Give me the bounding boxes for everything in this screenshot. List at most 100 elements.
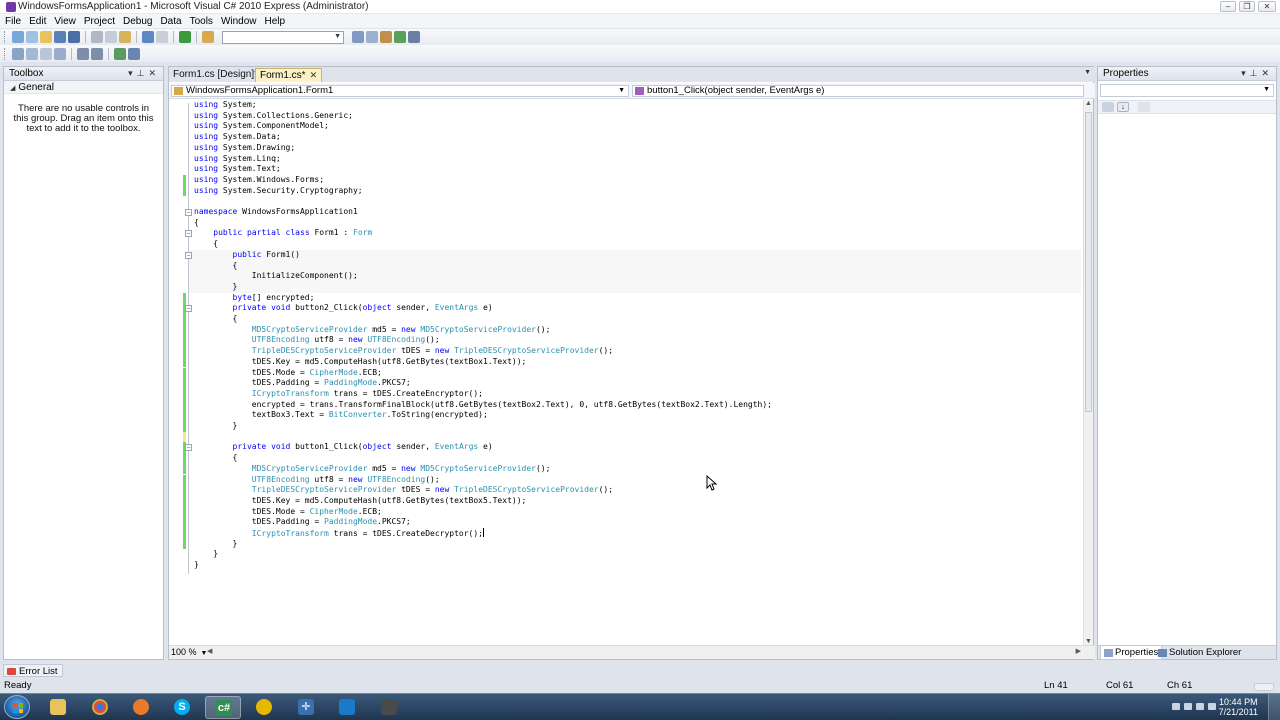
- scroll-up-icon[interactable]: ▲: [1085, 100, 1092, 107]
- code-line[interactable]: using System.Text;: [169, 164, 1083, 175]
- start-page-icon[interactable]: [394, 31, 406, 43]
- tray-arrow-icon[interactable]: [1172, 703, 1180, 710]
- close-button[interactable]: ✕: [1258, 1, 1276, 12]
- code-line[interactable]: {: [169, 453, 1083, 464]
- code-line[interactable]: tDES.Mode = CipherMode.ECB;: [169, 506, 1083, 518]
- code-line[interactable]: }: [169, 421, 1083, 432]
- code-line[interactable]: using System;: [169, 100, 1083, 111]
- tab-properties[interactable]: Properties: [1100, 646, 1163, 660]
- code-line[interactable]: byte[] encrypted;: [169, 292, 1083, 304]
- scroll-down-icon[interactable]: ▼: [1085, 638, 1092, 645]
- tab-solution-explorer[interactable]: Solution Explorer: [1155, 646, 1244, 660]
- restore-button[interactable]: ❐: [1239, 1, 1255, 12]
- extension-manager-icon[interactable]: [408, 31, 420, 43]
- start-debugging-icon[interactable]: [179, 31, 191, 43]
- undo-icon[interactable]: [142, 31, 154, 43]
- save-icon[interactable]: [54, 31, 66, 43]
- cut-icon[interactable]: [91, 31, 103, 43]
- alphabetical-icon[interactable]: ↓: [1117, 102, 1129, 112]
- start-button[interactable]: [4, 695, 30, 719]
- network-icon[interactable]: [1196, 703, 1204, 710]
- outline-collapse-icon[interactable]: −: [185, 305, 192, 313]
- code-line[interactable]: using System.Drawing;: [169, 143, 1083, 154]
- scroll-left-icon[interactable]: ◀: [207, 647, 212, 655]
- code-line[interactable]: MD5CryptoServiceProvider md5 = new MD5Cr…: [169, 324, 1083, 336]
- outline-collapse-icon[interactable]: −: [185, 209, 192, 216]
- taskbar-app-recorder[interactable]: [329, 696, 365, 719]
- menu-data[interactable]: Data: [156, 16, 185, 27]
- close-tab-icon[interactable]: ✕: [310, 70, 318, 80]
- vertical-scrollbar[interactable]: ▲ ▼: [1083, 100, 1093, 645]
- code-line[interactable]: }: [169, 282, 1083, 293]
- quick-info-icon[interactable]: [40, 47, 52, 60]
- code-line[interactable]: UTF8Encoding utf8 = new UTF8Encoding();: [169, 335, 1083, 347]
- code-line[interactable]: }: [169, 560, 1083, 571]
- tab-list-dropdown-icon[interactable]: ▼: [1084, 69, 1091, 76]
- panel-controls[interactable]: ▾⊥✕: [1241, 67, 1273, 80]
- add-item-icon[interactable]: [26, 31, 38, 43]
- code-line[interactable]: using System.ComponentModel;: [169, 121, 1083, 132]
- find-combo[interactable]: ▼: [222, 30, 344, 44]
- resize-grip[interactable]: [1254, 683, 1274, 691]
- code-line[interactable]: {: [169, 261, 1083, 272]
- error-list-tab[interactable]: Error List: [3, 664, 63, 677]
- display-object-members-icon[interactable]: [12, 47, 24, 60]
- menu-file[interactable]: File: [0, 16, 25, 27]
- code-line[interactable]: − private void button2_Click(object send…: [169, 303, 1083, 314]
- taskbar-skype[interactable]: S: [164, 696, 200, 719]
- code-line[interactable]: {: [169, 218, 1083, 229]
- tab-form1-cs[interactable]: Form1.cs* ✕: [255, 68, 323, 82]
- minimize-button[interactable]: –: [1220, 1, 1236, 12]
- decrease-indent-icon[interactable]: [77, 47, 89, 60]
- find-in-files-icon[interactable]: [202, 31, 214, 43]
- outline-collapse-icon[interactable]: −: [185, 444, 192, 452]
- code-line[interactable]: using System.Security.Cryptography;: [169, 185, 1083, 197]
- code-text-area[interactable]: using System; using System.Collections.Ge…: [169, 100, 1083, 645]
- taskbar-explorer[interactable]: [40, 696, 76, 719]
- complete-word-icon[interactable]: [54, 47, 66, 60]
- code-line[interactable]: [169, 431, 1083, 443]
- redo-icon[interactable]: [156, 31, 168, 43]
- code-line[interactable]: tDES.Mode = CipherMode.ECB;: [169, 367, 1083, 379]
- volume-icon[interactable]: [1208, 703, 1216, 710]
- menu-debug[interactable]: Debug: [119, 16, 156, 27]
- uncomment-lines-icon[interactable]: [128, 47, 140, 60]
- tab-form1-design[interactable]: Form1.cs [Design]*: [169, 68, 262, 82]
- panel-controls[interactable]: ▾⊥✕: [128, 67, 160, 80]
- toolbox-group-general[interactable]: ◢ General: [4, 81, 163, 94]
- code-line[interactable]: − private void button1_Click(object send…: [169, 442, 1083, 454]
- code-line[interactable]: ICryptoTransform trans = tDES.CreateDecr…: [169, 528, 1083, 539]
- code-line[interactable]: [169, 196, 1083, 207]
- categorized-icon[interactable]: [1102, 102, 1114, 112]
- solution-explorer-icon[interactable]: [352, 31, 364, 43]
- properties-window-icon[interactable]: [366, 31, 378, 43]
- clock[interactable]: 10:44 PM 7/21/2011: [1219, 697, 1258, 717]
- open-file-icon[interactable]: [40, 31, 52, 43]
- code-line[interactable]: {: [169, 239, 1083, 250]
- save-all-icon[interactable]: [68, 31, 80, 43]
- code-line[interactable]: using System.Linq;: [169, 154, 1083, 165]
- scroll-right-icon[interactable]: ▶: [1076, 647, 1081, 655]
- code-line[interactable]: textBox3.Text = BitConverter.ToString(en…: [169, 410, 1083, 421]
- zoom-dropdown[interactable]: 100 % ▼: [171, 647, 207, 659]
- new-project-icon[interactable]: [12, 31, 24, 43]
- code-line[interactable]: using System.Collections.Generic;: [169, 111, 1083, 122]
- outline-collapse-icon[interactable]: −: [185, 230, 192, 238]
- property-pages-icon[interactable]: [1138, 102, 1150, 112]
- code-line[interactable]: − public Form1(): [169, 250, 1083, 261]
- code-line[interactable]: ICryptoTransform trans = tDES.CreateEncr…: [169, 388, 1083, 400]
- type-dropdown[interactable]: WindowsFormsApplication1.Form1 ▼: [171, 85, 629, 97]
- scroll-thumb[interactable]: [1085, 112, 1092, 412]
- code-line[interactable]: using System.Data;: [169, 132, 1083, 143]
- collapse-triangle-icon[interactable]: ◢: [10, 85, 15, 92]
- toolbar-grip[interactable]: [4, 47, 7, 60]
- code-line[interactable]: using System.Windows.Forms;: [169, 174, 1083, 186]
- paste-icon[interactable]: [119, 31, 131, 43]
- code-line[interactable]: encrypted = trans.TransformFinalBlock(ut…: [169, 399, 1083, 411]
- show-desktop-button[interactable]: [1268, 694, 1280, 720]
- comment-lines-icon[interactable]: [114, 47, 126, 60]
- code-line[interactable]: }: [169, 538, 1083, 550]
- toolbox-icon[interactable]: [380, 31, 392, 43]
- taskbar-visual-csharp[interactable]: c#: [205, 696, 241, 719]
- code-line[interactable]: TripleDESCryptoServiceProvider tDES = ne…: [169, 485, 1083, 496]
